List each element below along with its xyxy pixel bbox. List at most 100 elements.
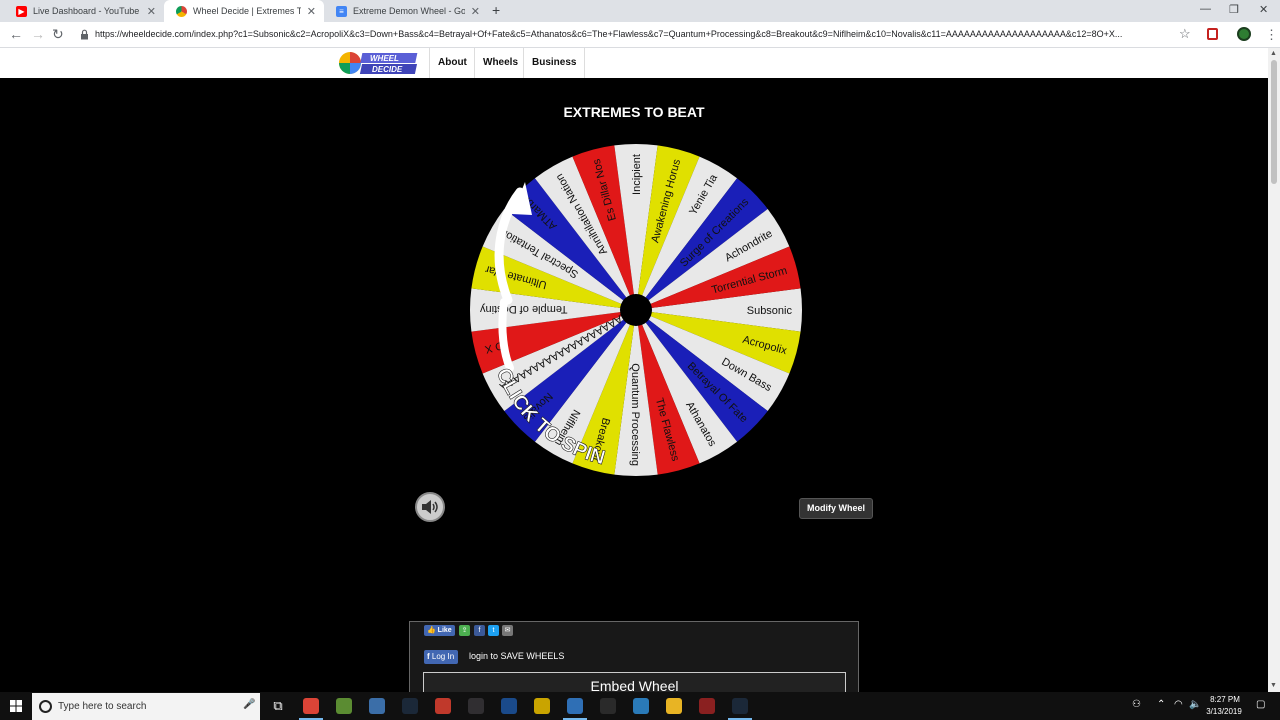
nav-wheels[interactable]: Wheels [474,48,526,78]
scroll-down-icon[interactable]: ▼ [1270,682,1277,689]
close-tab-icon[interactable]: ✕ [307,5,316,18]
wheel-entry-label: Incipient [631,154,643,195]
photo-app-icon[interactable] [361,692,393,720]
tray-chevron-icon[interactable]: ⌃ [1157,699,1165,710]
terminal-glyph [600,698,616,714]
google-docs-icon: ≡ [336,5,347,17]
files-app-glyph [633,698,649,714]
task-view-icon[interactable]: ⧉ [262,692,294,720]
wheel-entry-label: Quantum Processing [629,363,641,466]
page-scrollbar[interactable]: ▲ ▼ [1268,48,1280,692]
geometry-dash-glyph [534,698,550,714]
minimize-icon[interactable]: — [1200,3,1211,15]
tab-wheel-decide[interactable]: Wheel Decide | Extremes To Beat ✕ [164,0,324,22]
share-panel: 👍 Like ⇪ f t ✉ f Log In login to SAVE WH… [409,621,859,696]
files-app-icon[interactable] [625,692,657,720]
steam-running-glyph [732,698,748,714]
obs-icon[interactable] [460,692,492,720]
email-icon[interactable]: ✉ [502,625,513,636]
login-label: Log In [431,652,455,661]
microphone-icon[interactable]: 🎤 [243,699,255,710]
extension-icon[interactable] [1207,28,1218,40]
bookmark-star-icon[interactable]: ☆ [1179,26,1191,42]
browser-menu-icon[interactable]: ⋮ [1265,27,1278,43]
terminal-icon[interactable] [592,692,624,720]
dark-app-glyph [501,698,517,714]
facebook-login-button[interactable]: f Log In [424,650,459,664]
file-explorer-icon[interactable] [658,692,690,720]
svg-text:DECIDE: DECIDE [372,65,403,74]
twitter-icon[interactable]: t [488,625,499,636]
close-tab-icon[interactable]: ✕ [147,5,156,18]
scroll-thumb[interactable] [1271,60,1277,184]
facebook-like-button[interactable]: 👍 Like [424,625,455,636]
volume-icon[interactable]: 🔈 [1189,699,1201,710]
restore-icon[interactable]: ❐ [1229,3,1239,16]
window-close-icon[interactable]: ✕ [1259,3,1268,16]
nav-about[interactable]: About [429,48,475,78]
share-icon[interactable]: ⇪ [459,625,470,636]
steam-icon[interactable] [394,692,426,720]
browser-tab-bar: ▶ Live Dashboard - YouTube ✕ Wheel Decid… [0,0,1280,22]
reload-icon[interactable]: ↻ [52,26,64,43]
tab-google-doc[interactable]: ≡ Extreme Demon Wheel - Google ✕ [324,0,488,22]
tab-youtube-dashboard[interactable]: ▶ Live Dashboard - YouTube ✕ [4,0,164,22]
people-icon[interactable]: ⚇ [1132,699,1141,710]
speaker-icon [422,500,438,514]
minecraft-icon[interactable] [328,692,360,720]
address-bar: ← → ↻ https://wheeldecide.com/index.php?… [0,22,1280,48]
profile-avatar-icon[interactable] [1237,27,1251,41]
svg-text:WHEEL: WHEEL [370,54,399,63]
steam-glyph [402,698,418,714]
photo-app-glyph [369,698,385,714]
scroll-up-icon[interactable]: ▲ [1270,50,1277,57]
wheel-title: EXTREMES TO BEAT [563,104,705,120]
close-tab-icon[interactable]: ✕ [471,5,480,18]
forward-icon[interactable]: → [31,26,45,42]
media-app-icon[interactable] [427,692,459,720]
lock-icon [81,29,88,40]
chrome-glyph [303,698,319,714]
dark-app-icon[interactable] [493,692,525,720]
back-icon[interactable]: ← [9,26,23,42]
modify-wheel-button[interactable]: Modify Wheel [799,498,873,519]
url-field[interactable]: https://wheeldecide.com/index.php?c1=Sub… [95,29,1167,39]
like-label: Like [437,627,452,634]
system-tray: ⚇ ⌃ ◠ 🔈 ▢ [1120,692,1280,720]
facebook-icon: f [427,652,430,661]
tab-title: Live Dashboard - YouTube [33,6,140,16]
paint-app-glyph [567,698,583,714]
nav-business[interactable]: Business [523,48,586,78]
media-app-glyph [435,698,451,714]
login-hint: login to SAVE WHEELS [469,651,565,661]
geometry-dash-icon[interactable] [526,692,558,720]
windows-start-icon[interactable] [10,700,22,712]
taskbar-search-box[interactable]: Type here to search 🎤 [32,693,260,720]
new-tab-icon[interactable]: + [492,2,500,18]
notifications-icon[interactable]: ▢ [1256,699,1265,710]
obs-glyph [468,698,484,714]
chrome-icon[interactable] [295,692,327,720]
cortana-icon [39,700,52,713]
paint-app-icon[interactable] [559,692,591,720]
steam-running-icon[interactable] [724,692,756,720]
tab-title: Extreme Demon Wheel - Google [353,6,465,16]
wheel-decide-logo[interactable]: WHEEL DECIDE [338,50,420,76]
youtube-icon: ▶ [16,5,27,17]
facebook-icon[interactable]: f [474,625,485,636]
wifi-icon[interactable]: ◠ [1174,699,1183,710]
file-explorer-glyph [666,698,682,714]
spin-wheel[interactable]: SubsonicAcropolixDown BassBetrayal Of Fa… [468,142,804,478]
tab-title: Wheel Decide | Extremes To Beat [193,6,301,16]
wheel-entry-label: Temple of Destiny [480,303,568,315]
wheeldecide-icon [176,5,187,17]
clock-date[interactable]: 3/13/2019 [1204,707,1244,716]
sound-toggle-button[interactable] [415,492,445,522]
game-app-glyph [699,698,715,714]
clock-time[interactable]: 8:27 PM [1207,695,1243,704]
windows-taskbar: Type here to search 🎤 ⧉ ⚇ ⌃ ◠ 🔈 ▢ 8:27 P… [0,692,1280,720]
minecraft-glyph [336,698,352,714]
wheel-entry-label: Subsonic [747,305,793,317]
game-app-icon[interactable] [691,692,723,720]
site-header: WHEEL DECIDE About Wheels Business [0,48,1268,78]
